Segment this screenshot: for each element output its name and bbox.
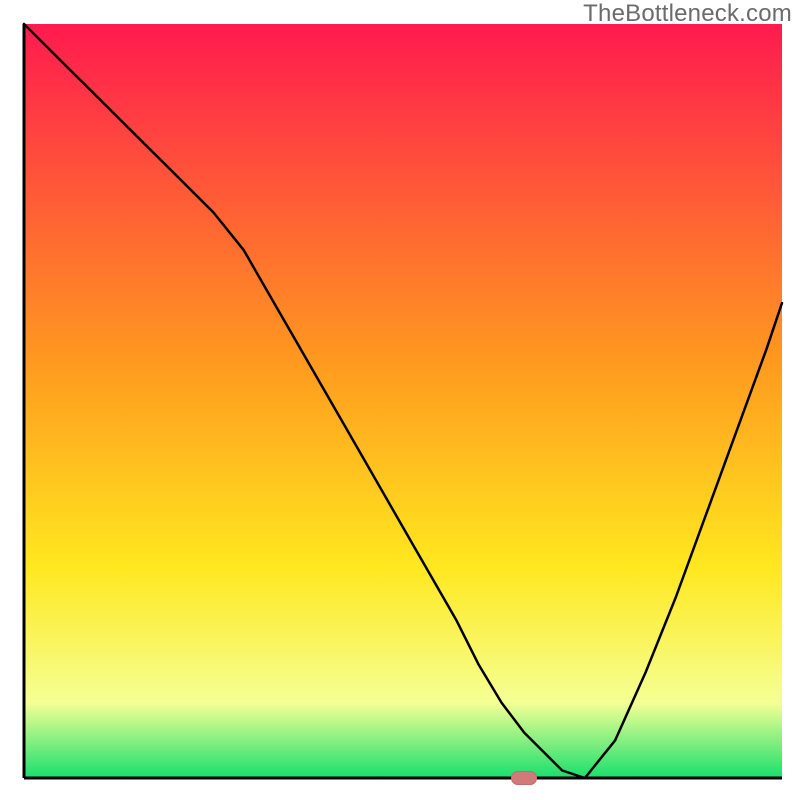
bottleneck-marker bbox=[511, 771, 537, 785]
watermark-text: TheBottleneck.com bbox=[583, 0, 792, 28]
bottleneck-chart bbox=[0, 0, 800, 800]
chart-container: TheBottleneck.com bbox=[0, 0, 800, 800]
